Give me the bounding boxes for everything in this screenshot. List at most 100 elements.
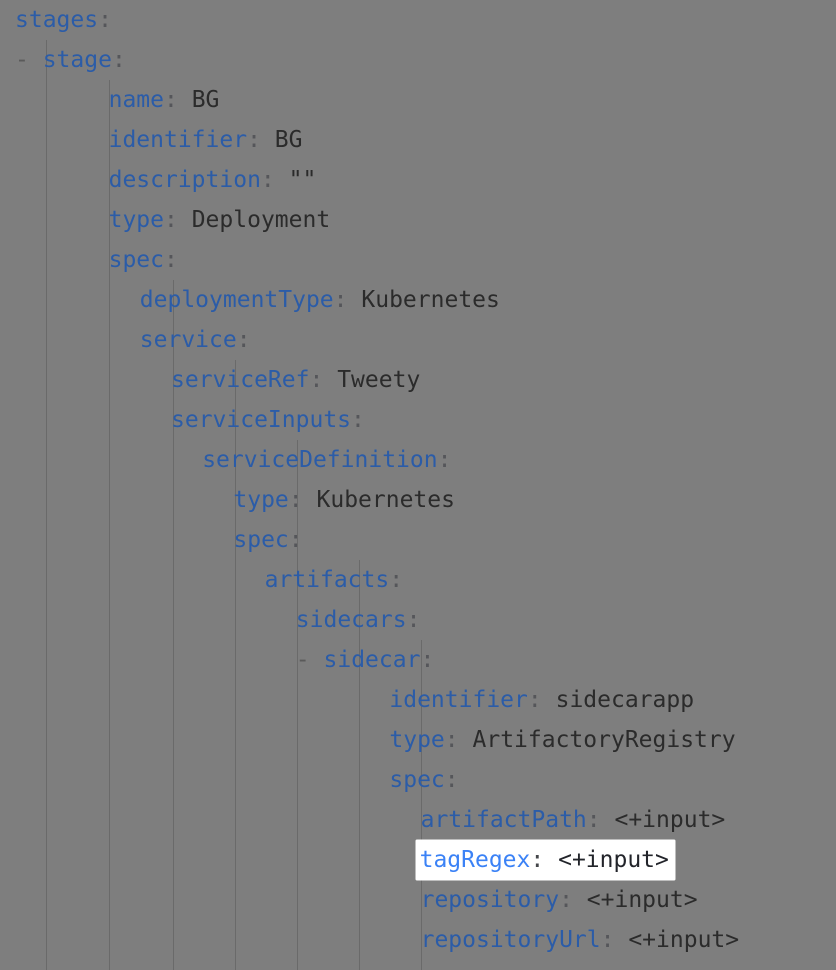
yaml-line[interactable]: - sidecar: [0,640,836,680]
yaml-value[interactable]: Kubernetes [361,287,499,313]
yaml-line-content: name: BG [108,80,221,120]
yaml-key[interactable]: artifactPath [421,807,587,833]
yaml-colon: : [559,887,573,913]
yaml-line-content: serviceInputs: [170,400,366,440]
yaml-gap [178,207,192,233]
yaml-line[interactable]: identifier: sidecarapp [0,680,836,720]
yaml-colon: : [445,767,459,793]
yaml-value[interactable]: <+input> [628,927,739,953]
yaml-value[interactable]: BG [192,87,220,113]
yaml-line[interactable]: serviceDefinition: [0,440,836,480]
yaml-value[interactable]: Tweety [337,367,420,393]
yaml-line[interactable]: stages: [0,0,836,40]
yaml-line[interactable]: artifactPath: <+input> [0,800,836,840]
yaml-code-viewer[interactable]: stages:- stage:name: BGidentifier: BGdes… [0,0,836,970]
yaml-key[interactable]: service [140,327,237,353]
yaml-colon: : [247,127,261,153]
yaml-line-content: artifactPath: <+input> [420,800,727,840]
yaml-key[interactable]: spec [233,527,288,553]
yaml-value[interactable]: Kubernetes [317,487,455,513]
clipped-bottom-line: tag: [0,960,836,970]
yaml-colon: : [445,727,459,753]
yaml-value[interactable]: <+input> [614,807,725,833]
yaml-colon: : [407,607,421,633]
yaml-gap [573,887,587,913]
yaml-key[interactable]: identifier [389,687,527,713]
yaml-line-content: - sidecar: [295,640,436,680]
yaml-key[interactable]: serviceRef [171,367,309,393]
yaml-colon: : [237,327,251,353]
yaml-gap [323,367,337,393]
yaml-line-highlighted[interactable]: tagRegex: <+input> [0,840,836,880]
yaml-value[interactable]: <+input> [558,847,669,873]
yaml-gap [348,287,362,313]
yaml-line-content: serviceDefinition: [201,440,452,480]
yaml-key[interactable]: deploymentType [140,287,334,313]
yaml-line-content: identifier: sidecarapp [388,680,695,720]
yaml-colon: : [164,247,178,273]
yaml-value[interactable]: ArtifactoryRegistry [473,727,736,753]
yaml-colon: : [289,527,303,553]
yaml-line[interactable]: name: BG [0,80,836,120]
yaml-line[interactable]: spec: [0,760,836,800]
yaml-line-content: type: Kubernetes [232,480,456,520]
yaml-value[interactable]: BG [275,127,303,153]
yaml-line[interactable]: repository: <+input> [0,880,836,920]
yaml-line-content: artifacts: [264,560,404,600]
yaml-key[interactable]: stage [43,47,112,73]
yaml-key[interactable]: type [233,487,288,513]
yaml-gap [275,167,289,193]
yaml-key[interactable]: artifacts [265,567,390,593]
yaml-key[interactable]: spec [389,767,444,793]
yaml-line[interactable]: repositoryUrl: <+input> [0,920,836,960]
yaml-colon: : [112,47,126,73]
yaml-line[interactable]: description: "" [0,160,836,200]
yaml-key[interactable]: repositoryUrl [421,927,601,953]
yaml-gap [614,927,628,953]
yaml-line[interactable]: type: Kubernetes [0,480,836,520]
yaml-value[interactable]: "" [289,167,317,193]
yaml-key[interactable]: spec [109,247,164,273]
yaml-line[interactable]: identifier: BG [0,120,836,160]
yaml-line[interactable]: service: [0,320,836,360]
yaml-key[interactable]: serviceDefinition [202,447,437,473]
yaml-line[interactable]: serviceInputs: [0,400,836,440]
yaml-line[interactable]: type: ArtifactoryRegistry [0,720,836,760]
yaml-key[interactable]: description [109,167,261,193]
yaml-gap [178,87,192,113]
yaml-line-content: type: ArtifactoryRegistry [388,720,736,760]
yaml-line[interactable]: deploymentType: Kubernetes [0,280,836,320]
yaml-line[interactable]: - stage: [0,40,836,80]
yaml-line[interactable]: artifacts: [0,560,836,600]
yaml-key[interactable]: type [389,727,444,753]
yaml-line[interactable]: spec: [0,520,836,560]
yaml-key[interactable]: stages [15,7,98,33]
yaml-line-content: spec: [108,240,179,280]
yaml-key[interactable]: repository [421,887,559,913]
yaml-key[interactable]: identifier [109,127,247,153]
yaml-colon: : [587,807,601,833]
yaml-value[interactable]: <+input> [587,887,698,913]
yaml-key[interactable]: sidecars [296,607,407,633]
yaml-colon: : [261,167,275,193]
yaml-key[interactable]: type [109,207,164,233]
yaml-key[interactable]: serviceInputs [171,407,351,433]
yaml-line-content: serviceRef: Tweety [170,360,421,400]
yaml-line-content: identifier: BG [108,120,304,160]
yaml-key[interactable]: name [109,87,164,113]
yaml-key[interactable]: sidecar [324,647,421,673]
yaml-value[interactable]: Deployment [192,207,330,233]
yaml-line[interactable]: type: Deployment [0,200,836,240]
yaml-line[interactable]: serviceRef: Tweety [0,360,836,400]
yaml-colon: : [601,927,615,953]
yaml-colon: : [334,287,348,313]
yaml-value[interactable]: sidecarapp [556,687,694,713]
yaml-colon: : [164,87,178,113]
yaml-colon: : [164,207,178,233]
yaml-colon: : [98,7,112,33]
yaml-line-content: service: [139,320,252,360]
yaml-line[interactable]: spec: [0,240,836,280]
yaml-colon: : [389,567,403,593]
yaml-line[interactable]: sidecars: [0,600,836,640]
yaml-key[interactable]: tagRegex [420,847,531,873]
